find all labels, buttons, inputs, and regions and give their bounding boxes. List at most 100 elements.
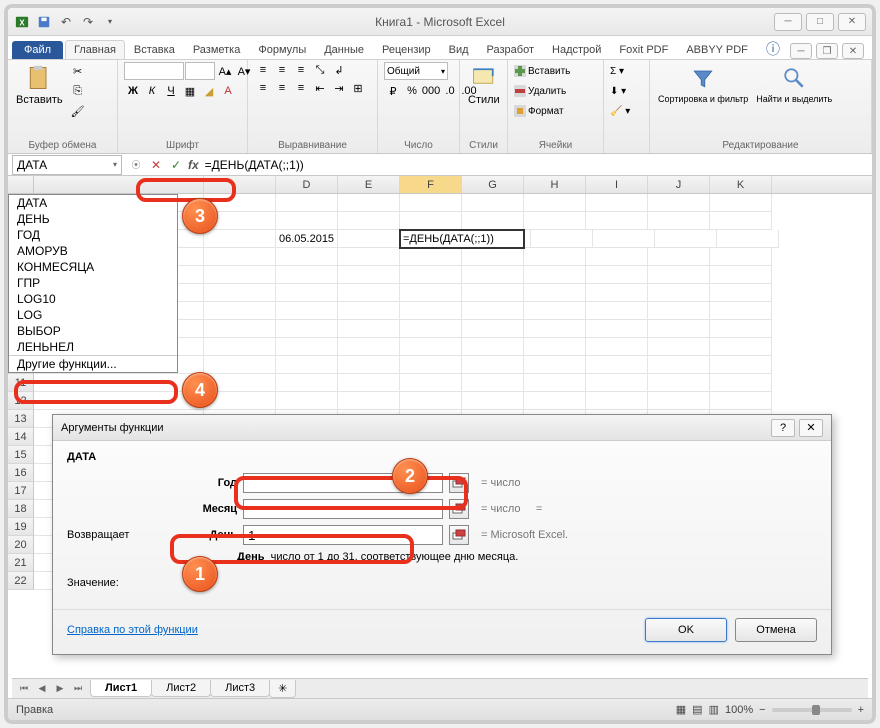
tab-insert[interactable]: Вставка xyxy=(125,40,184,59)
row-header[interactable]: 12 xyxy=(8,392,34,410)
format-painter-icon[interactable]: 🖌 xyxy=(69,102,87,120)
cancel-button[interactable]: Отмена xyxy=(735,618,817,642)
zoom-in-button[interactable]: + xyxy=(858,704,864,716)
func-item[interactable]: LOG10 xyxy=(9,291,177,307)
indent-dec-icon[interactable]: ⇤ xyxy=(311,80,329,96)
col-header[interactable]: D xyxy=(276,176,338,193)
name-box-dropdown-icon[interactable]: ▾ xyxy=(113,160,117,169)
arg-month-input[interactable] xyxy=(243,499,443,519)
align-top-icon[interactable]: ≡ xyxy=(254,62,272,78)
italic-icon[interactable]: К xyxy=(143,82,161,100)
fill-color-icon[interactable]: ◢ xyxy=(200,82,218,100)
font-color-icon[interactable]: A xyxy=(219,82,237,100)
zoom-level[interactable]: 100% xyxy=(725,704,753,716)
row-header[interactable]: 19 xyxy=(8,518,34,536)
merge-icon[interactable]: ⊞ xyxy=(349,80,367,96)
col-header[interactable]: F xyxy=(400,176,462,193)
view-layout-icon[interactable]: ▤ xyxy=(692,703,702,716)
font-name-combo[interactable] xyxy=(124,62,184,80)
align-middle-icon[interactable]: ≡ xyxy=(273,62,291,78)
view-pagebreak-icon[interactable]: ▥ xyxy=(709,703,719,716)
inc-decimal-icon[interactable]: .0 xyxy=(441,82,459,100)
copy-icon[interactable]: ⎘ xyxy=(69,82,87,100)
row-header[interactable]: 17 xyxy=(8,482,34,500)
row-header[interactable]: 15 xyxy=(8,446,34,464)
row-header[interactable]: 11 xyxy=(8,374,34,392)
tab-home[interactable]: Главная xyxy=(65,40,125,59)
func-item[interactable]: LOG xyxy=(9,307,177,323)
col-header[interactable]: H xyxy=(524,176,586,193)
formula-input[interactable]: =ДЕНЬ(ДАТА(;;1)) xyxy=(201,158,872,172)
wrap-text-icon[interactable]: ↲ xyxy=(330,62,348,78)
func-item[interactable]: ДЕНЬ xyxy=(9,211,177,227)
tab-view[interactable]: Вид xyxy=(440,40,478,59)
func-item[interactable]: ДАТА xyxy=(9,195,177,211)
sheet-tab[interactable]: Лист1 xyxy=(90,680,152,697)
col-header[interactable]: G xyxy=(462,176,524,193)
bold-icon[interactable]: Ж xyxy=(124,82,142,100)
func-item[interactable]: ГОД xyxy=(9,227,177,243)
tab-data[interactable]: Данные xyxy=(315,40,373,59)
col-header[interactable]: E xyxy=(338,176,400,193)
fx-icon[interactable]: fx xyxy=(186,158,201,172)
font-size-combo[interactable] xyxy=(185,62,215,80)
zoom-out-button[interactable]: − xyxy=(759,704,765,716)
row-header[interactable]: 18 xyxy=(8,500,34,518)
func-item[interactable]: АМОРУВ xyxy=(9,243,177,259)
sheet-tab[interactable]: Лист2 xyxy=(151,680,211,697)
sort-filter-button[interactable]: Сортировка и фильтр xyxy=(656,62,750,106)
help-link[interactable]: Справка по этой функции xyxy=(67,624,198,636)
currency-icon[interactable]: ₽ xyxy=(384,82,402,100)
new-sheet-button[interactable]: ✳ xyxy=(269,680,296,698)
format-cells-button[interactable]: Формат xyxy=(514,102,564,120)
func-item-more[interactable]: Другие функции... xyxy=(9,355,177,372)
align-left-icon[interactable]: ≡ xyxy=(254,80,272,96)
cell-d3[interactable]: 06.05.2015 xyxy=(276,230,338,248)
tab-foxit[interactable]: Foxit PDF xyxy=(610,40,677,59)
maximize-button[interactable]: □ xyxy=(806,13,834,31)
workbook-minimize-button[interactable]: ─ xyxy=(790,43,812,59)
grow-font-icon[interactable]: A▴ xyxy=(216,62,234,80)
func-item[interactable]: ГПР xyxy=(9,275,177,291)
sheet-nav-first-icon[interactable]: ⏮ xyxy=(16,682,32,696)
insert-cells-button[interactable]: Вставить xyxy=(514,62,570,80)
enter-formula-icon[interactable]: ✓ xyxy=(166,156,186,174)
clear-button[interactable]: 🧹 ▾ xyxy=(610,102,630,120)
find-select-button[interactable]: Найти и выделить xyxy=(754,62,834,106)
tab-review[interactable]: Рецензир xyxy=(373,40,440,59)
align-center-icon[interactable]: ≡ xyxy=(273,80,291,96)
align-bottom-icon[interactable]: ≡ xyxy=(292,62,310,78)
dialog-help-button[interactable]: ? xyxy=(771,419,795,437)
tab-developer[interactable]: Разработ xyxy=(478,40,543,59)
percent-icon[interactable]: % xyxy=(403,82,421,100)
ok-button[interactable]: OK xyxy=(645,618,727,642)
cancel-formula-icon[interactable]: ✕ xyxy=(146,156,166,174)
orientation-icon[interactable]: ⤡ xyxy=(311,62,329,78)
zoom-slider[interactable] xyxy=(772,708,852,712)
comma-icon[interactable]: 000 xyxy=(422,82,440,100)
close-button[interactable]: ✕ xyxy=(838,13,866,31)
sheet-tab[interactable]: Лист3 xyxy=(210,680,270,697)
save-icon[interactable] xyxy=(34,12,54,32)
workbook-close-button[interactable]: ✕ xyxy=(842,43,864,59)
paste-button[interactable]: Вставить xyxy=(14,62,65,108)
underline-icon[interactable]: Ч xyxy=(162,82,180,100)
file-tab[interactable]: Файл xyxy=(12,41,63,59)
view-normal-icon[interactable]: ▦ xyxy=(676,703,686,716)
col-header[interactable]: K xyxy=(710,176,772,193)
arg-day-input[interactable] xyxy=(243,525,443,545)
select-all-corner[interactable] xyxy=(8,176,34,193)
redo-icon[interactable]: ↷ xyxy=(78,12,98,32)
collapse-dialog-button[interactable] xyxy=(449,499,469,519)
sheet-nav-prev-icon[interactable]: ◀ xyxy=(34,682,50,696)
workbook-restore-button[interactable]: ❐ xyxy=(816,43,838,59)
autosum-button[interactable]: Σ ▾ xyxy=(610,62,624,80)
tab-layout[interactable]: Разметка xyxy=(184,40,250,59)
collapse-dialog-button[interactable] xyxy=(449,473,469,493)
delete-cells-button[interactable]: Удалить xyxy=(514,82,566,100)
fill-button[interactable]: ⬇ ▾ xyxy=(610,82,626,100)
minimize-button[interactable]: ─ xyxy=(774,13,802,31)
row-header[interactable]: 20 xyxy=(8,536,34,554)
name-box[interactable]: ДАТА ▾ xyxy=(12,155,122,175)
number-format-combo[interactable]: Общий▾ xyxy=(384,62,448,80)
